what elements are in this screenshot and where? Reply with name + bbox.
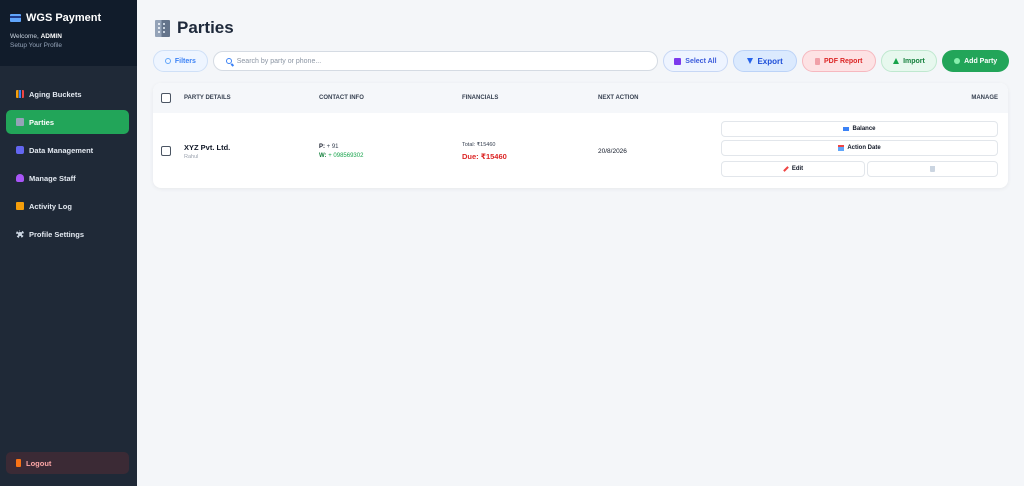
header-financials: FINANCIALS [462,95,499,101]
delete-button[interactable] [867,161,998,177]
sidebar-item-label: Profile Settings [29,229,85,239]
due-amount: Due: ₹15460 [462,152,507,161]
header-party-details: PARTY DETAILS [184,95,231,101]
header-contact-info: CONTACT INFO [319,95,364,101]
table-header: PARTY DETAILS CONTACT INFO FINANCIALS NE… [153,83,1008,113]
logout-button[interactable]: Logout [6,452,129,474]
sidebar: WGS Payment Welcome, ADMIN Setup Your Pr… [0,0,137,486]
search-icon [225,58,232,64]
welcome-user: ADMIN [40,33,62,40]
credit-card-icon [10,14,21,22]
search-placeholder: Search by party or phone... [236,57,322,65]
add-party-label: Add Party [964,57,998,65]
filters-label: Filters [174,57,196,65]
plus-icon [954,58,961,64]
edit-button[interactable]: Edit [721,161,865,177]
next-action-date: 20/8/2026 [598,148,627,155]
sidebar-nav: Aging Buckets Parties Data Management Ma… [0,66,137,246]
pencil-icon [782,166,789,172]
select-all-label: Select All [685,57,717,65]
phone-value: + 91 [326,144,339,150]
trash-icon [930,166,935,172]
phone-number: P: + 91 [319,144,339,150]
person-icon [16,174,24,182]
sidebar-item-label: Data Management [29,145,94,155]
action-date-label: Action Date [847,145,881,151]
header-manage: MANAGE [971,95,998,101]
sidebar-item-label: Manage Staff [29,173,76,183]
brand-title: WGS Payment [10,12,127,24]
sidebar-item-label: Aging Buckets [29,89,82,99]
parties-table: PARTY DETAILS CONTACT INFO FINANCIALS NE… [153,83,1008,188]
building-icon [155,19,170,37]
door-icon [16,459,21,467]
export-label: Export [757,56,783,66]
edit-label: Edit [791,166,804,172]
main-content: Parties Filters Search by party or phone… [137,0,1024,486]
sidebar-item-data-management[interactable]: Data Management [6,138,129,162]
balance-label: Balance [852,126,876,132]
filter-icon [164,58,171,64]
row-checkbox[interactable] [161,146,171,156]
building-icon [16,118,24,126]
page-title: Parties [155,18,234,38]
pdf-report-button[interactable]: PDF Report [801,50,876,72]
whatsapp-number[interactable]: W: + 098569302 [319,153,363,159]
checkbox-icon [674,57,682,65]
upload-icon [893,58,900,64]
setup-profile-link[interactable]: Setup Your Profile [10,42,127,49]
contact-person: Rahul [184,154,199,160]
money-icon [843,127,850,131]
header-next-action: NEXT ACTION [598,95,639,101]
scroll-icon [16,202,24,210]
toolbar: Filters Search by party or phone... Sele… [153,50,1009,72]
sidebar-item-aging-buckets[interactable]: Aging Buckets [6,82,129,106]
table-row: XYZ Pvt. Ltd. Rahul P: + 91 W: + 0985693… [153,113,1008,188]
sidebar-item-label: Activity Log [29,201,72,211]
database-icon [16,146,24,154]
balance-button[interactable]: Balance [721,121,998,137]
sidebar-item-parties[interactable]: Parties [6,110,129,134]
welcome-prefix: Welcome, [10,33,39,40]
gear-icon [16,230,24,238]
whatsapp-label: W: [319,153,327,159]
download-icon [747,58,754,64]
export-button[interactable]: Export [733,50,797,72]
calendar-icon [838,145,845,151]
add-party-button[interactable]: Add Party [942,50,1009,72]
document-icon [815,57,821,65]
whatsapp-value: + 098569302 [328,153,364,159]
phone-label: P: [319,144,325,150]
select-all-checkbox[interactable] [161,93,171,103]
brand-header: WGS Payment Welcome, ADMIN Setup Your Pr… [0,0,137,66]
pdf-report-label: PDF Report [824,57,863,65]
bar-chart-icon [16,90,24,98]
filters-button[interactable]: Filters [153,50,208,72]
search-input[interactable]: Search by party or phone... [212,51,658,71]
party-name[interactable]: XYZ Pvt. Ltd. [184,143,230,152]
sidebar-item-manage-staff[interactable]: Manage Staff [6,166,129,190]
sidebar-item-activity-log[interactable]: Activity Log [6,194,129,218]
total-amount: Total: ₹15460 [462,142,496,148]
import-button[interactable]: Import [880,50,938,72]
import-label: Import [903,57,925,65]
brand-name: WGS Payment [26,12,102,24]
action-date-button[interactable]: Action Date [721,140,998,156]
page-title-text: Parties [177,18,234,37]
sidebar-item-label: Parties [29,117,55,127]
sidebar-item-profile-settings[interactable]: Profile Settings [6,222,129,246]
logout-label: Logout [26,458,52,468]
welcome-text: Welcome, ADMIN [10,33,127,40]
select-all-button[interactable]: Select All [662,50,729,72]
